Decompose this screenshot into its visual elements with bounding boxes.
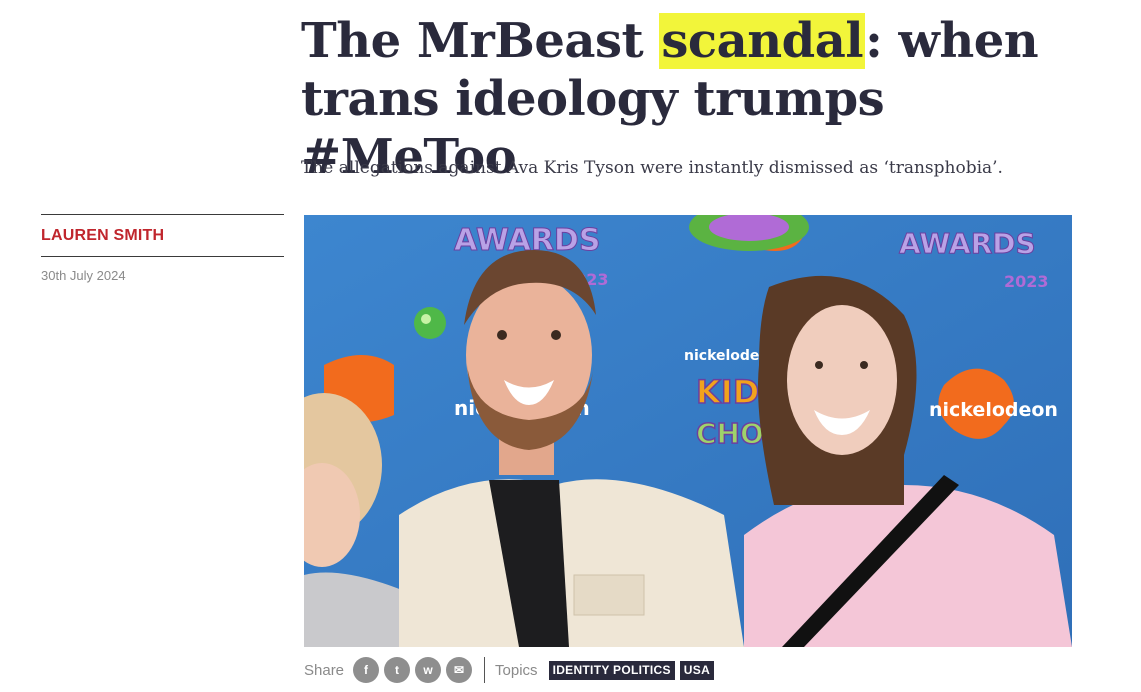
publish-date: 30th July 2024 [41, 268, 126, 283]
byline: LAUREN SMITH 30th July 2024 [41, 214, 284, 283]
share-topics-bar: Share f t w ✉ Topics IDENTITY POLITICS U… [304, 655, 719, 685]
facebook-icon[interactable]: f [353, 657, 380, 683]
headline-part-1: The MrBeast [301, 13, 660, 69]
topic-tag-identity-politics[interactable]: IDENTITY POLITICS [548, 660, 675, 680]
awards-logo-right: AWARDS [899, 227, 1036, 260]
whatsapp-icon[interactable]: w [415, 657, 442, 683]
year-right: 2023 [1004, 272, 1049, 291]
man-eye-left [497, 330, 507, 340]
byline-bottom-rule [41, 256, 284, 257]
headline-highlight: scandal [659, 13, 866, 69]
blob-shine [421, 314, 431, 324]
twitter-icon[interactable]: t [384, 657, 411, 683]
man-eye-right [551, 330, 561, 340]
article-standfirst: The allegations against Ava Kris Tyson w… [301, 158, 1003, 178]
man-cream-jacket [399, 479, 744, 647]
hero-photo-illustration: AWARDS 2023 AWARDS 2023 nickelodeon nick… [304, 215, 1072, 647]
hero-image: AWARDS 2023 AWARDS 2023 nickelodeon nick… [304, 215, 1072, 647]
green-blob [414, 307, 446, 339]
nickelodeon-right: nickelodeon [929, 399, 1058, 421]
share-divider [484, 657, 486, 683]
topic-tag-usa[interactable]: USA [679, 660, 715, 680]
ava-eye-left [815, 361, 823, 369]
ava-eye-right [860, 361, 868, 369]
topics-label: Topics [495, 661, 538, 679]
email-icon[interactable]: ✉ [446, 657, 473, 683]
man-pocket [573, 574, 645, 616]
share-label: Share [304, 661, 345, 679]
author-link[interactable]: LAUREN SMITH [41, 215, 284, 256]
